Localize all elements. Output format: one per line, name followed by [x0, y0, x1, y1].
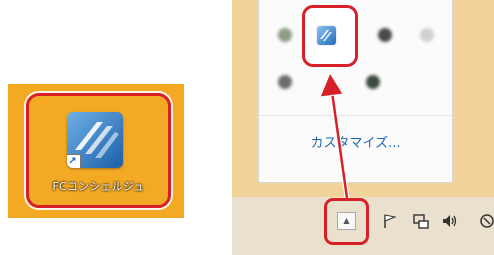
network-icon[interactable]	[412, 212, 430, 230]
fc-concierge-tray-icon[interactable]	[317, 26, 336, 45]
blurred-tray-icon[interactable]	[278, 28, 292, 42]
action-center-icon[interactable]	[478, 212, 494, 230]
tutorial-stage: ↗ FCコンシェルジュ カスタマイズ... ▲	[0, 0, 494, 255]
volume-svg-icon	[443, 215, 457, 227]
shortcut-arrow-icon: ↗	[67, 154, 81, 168]
desktop-shortcut-label: FCコンシェルジュ	[52, 180, 145, 193]
popup-divider	[258, 115, 453, 116]
blurred-tray-icon[interactable]	[278, 75, 292, 89]
fc-logo-icon	[320, 30, 332, 41]
network-svg-icon	[413, 214, 429, 229]
customize-link[interactable]: カスタマイズ...	[258, 132, 453, 151]
blurred-tray-icon[interactable]	[420, 28, 434, 42]
blurred-tray-icon[interactable]	[378, 28, 392, 42]
volume-icon[interactable]	[441, 212, 459, 230]
fc-concierge-icon[interactable]: ↗	[67, 112, 123, 168]
flag-svg-icon	[384, 214, 397, 228]
action-center-svg-icon	[480, 214, 494, 228]
flag-icon[interactable]	[381, 212, 399, 230]
show-hidden-icons-button[interactable]: ▲	[337, 212, 356, 230]
blurred-tray-icon[interactable]	[366, 75, 380, 89]
